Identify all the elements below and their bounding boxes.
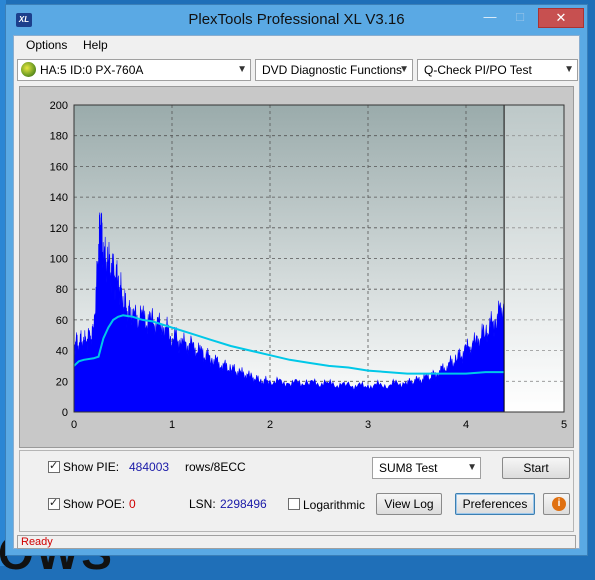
chevron-down-icon: ▼ — [564, 64, 574, 75]
show-poe-label: Show POE: — [63, 497, 126, 511]
view-log-button[interactable]: View Log — [376, 493, 442, 515]
menu-bar: Options Help — [14, 36, 579, 54]
y-tick-label: 200 — [50, 100, 68, 112]
x-tick-label: 2 — [267, 419, 273, 431]
app-window: XL PlexTools Professional XL V3.16 — □ ✕… — [5, 4, 588, 556]
sum-test-value: SUM8 Test — [379, 461, 438, 475]
options-panel: Show PIE: 484003 rows/8ECC SUM8 Test ▼ S… — [19, 450, 574, 532]
y-tick-label: 60 — [56, 315, 68, 327]
title-bar[interactable]: XL PlexTools Professional XL V3.16 — □ ✕ — [6, 5, 587, 35]
maximize-button[interactable]: □ — [506, 8, 534, 28]
chart-panel: 0 20 40 60 80 100 120 140 160 180 200 0 1 2 3 4 5 — [19, 86, 574, 448]
test-select-value: Q-Check PI/PO Test — [424, 63, 532, 77]
info-button[interactable]: i — [543, 493, 570, 515]
poe-value: 0 — [129, 497, 136, 511]
lsn-label: LSN: — [189, 497, 216, 511]
y-tick-label: 20 — [56, 376, 68, 388]
test-select[interactable]: Q-Check PI/PO Test ▼ — [417, 59, 578, 81]
status-bar: Ready — [17, 535, 576, 549]
minimize-button[interactable]: — — [476, 8, 504, 28]
logarithmic-label: Logarithmic — [303, 498, 366, 512]
y-tick-label: 140 — [50, 192, 68, 204]
x-tick-label: 0 — [71, 419, 77, 431]
show-pie-label: Show PIE: — [63, 460, 120, 474]
x-tick-label: 5 — [561, 419, 567, 431]
chevron-down-icon: ▼ — [399, 64, 409, 75]
chevron-down-icon: ▼ — [237, 64, 247, 75]
x-tick-label: 4 — [463, 419, 469, 431]
y-tick-label: 120 — [50, 223, 68, 235]
show-poe-checkbox[interactable] — [48, 496, 60, 510]
preferences-button[interactable]: Preferences — [455, 493, 535, 515]
y-tick-label: 160 — [50, 161, 68, 173]
x-tick-label: 1 — [169, 419, 175, 431]
pie-value: 484003 — [129, 460, 170, 474]
client-area: Options Help HA:5 ID:0 PX-760A ▼ DVD Dia… — [13, 35, 580, 549]
lsn-value: 2298496 — [220, 497, 267, 511]
y-tick-label: 40 — [56, 346, 68, 358]
function-select[interactable]: DVD Diagnostic Functions ▼ — [255, 59, 413, 81]
info-icon: i — [552, 497, 566, 511]
sum-test-select[interactable]: SUM8 Test ▼ — [372, 457, 481, 479]
y-tick-label: 0 — [62, 407, 68, 419]
y-tick-label: 100 — [50, 254, 68, 266]
y-tick-label: 180 — [50, 131, 68, 143]
pi-po-chart: 0 20 40 60 80 100 120 140 160 180 200 0 1 2 3 4 5 — [50, 100, 567, 431]
unscanned-region — [504, 105, 564, 412]
menu-help[interactable]: Help — [83, 38, 108, 52]
close-button[interactable]: ✕ — [538, 8, 584, 28]
menu-options[interactable]: Options — [26, 38, 67, 52]
function-select-value: DVD Diagnostic Functions — [262, 63, 403, 77]
logarithmic-checkbox[interactable] — [288, 498, 300, 510]
start-button[interactable]: Start — [502, 457, 570, 479]
pie-unit: rows/8ECC — [185, 460, 246, 474]
x-tick-label: 3 — [365, 419, 371, 431]
y-tick-label: 80 — [56, 284, 68, 296]
chevron-down-icon: ▼ — [467, 462, 477, 473]
drive-select-value: HA:5 ID:0 PX-760A — [40, 63, 144, 77]
show-pie-checkbox[interactable] — [48, 459, 60, 473]
drive-icon — [21, 62, 36, 77]
drive-select[interactable]: HA:5 ID:0 PX-760A ▼ — [17, 59, 251, 81]
